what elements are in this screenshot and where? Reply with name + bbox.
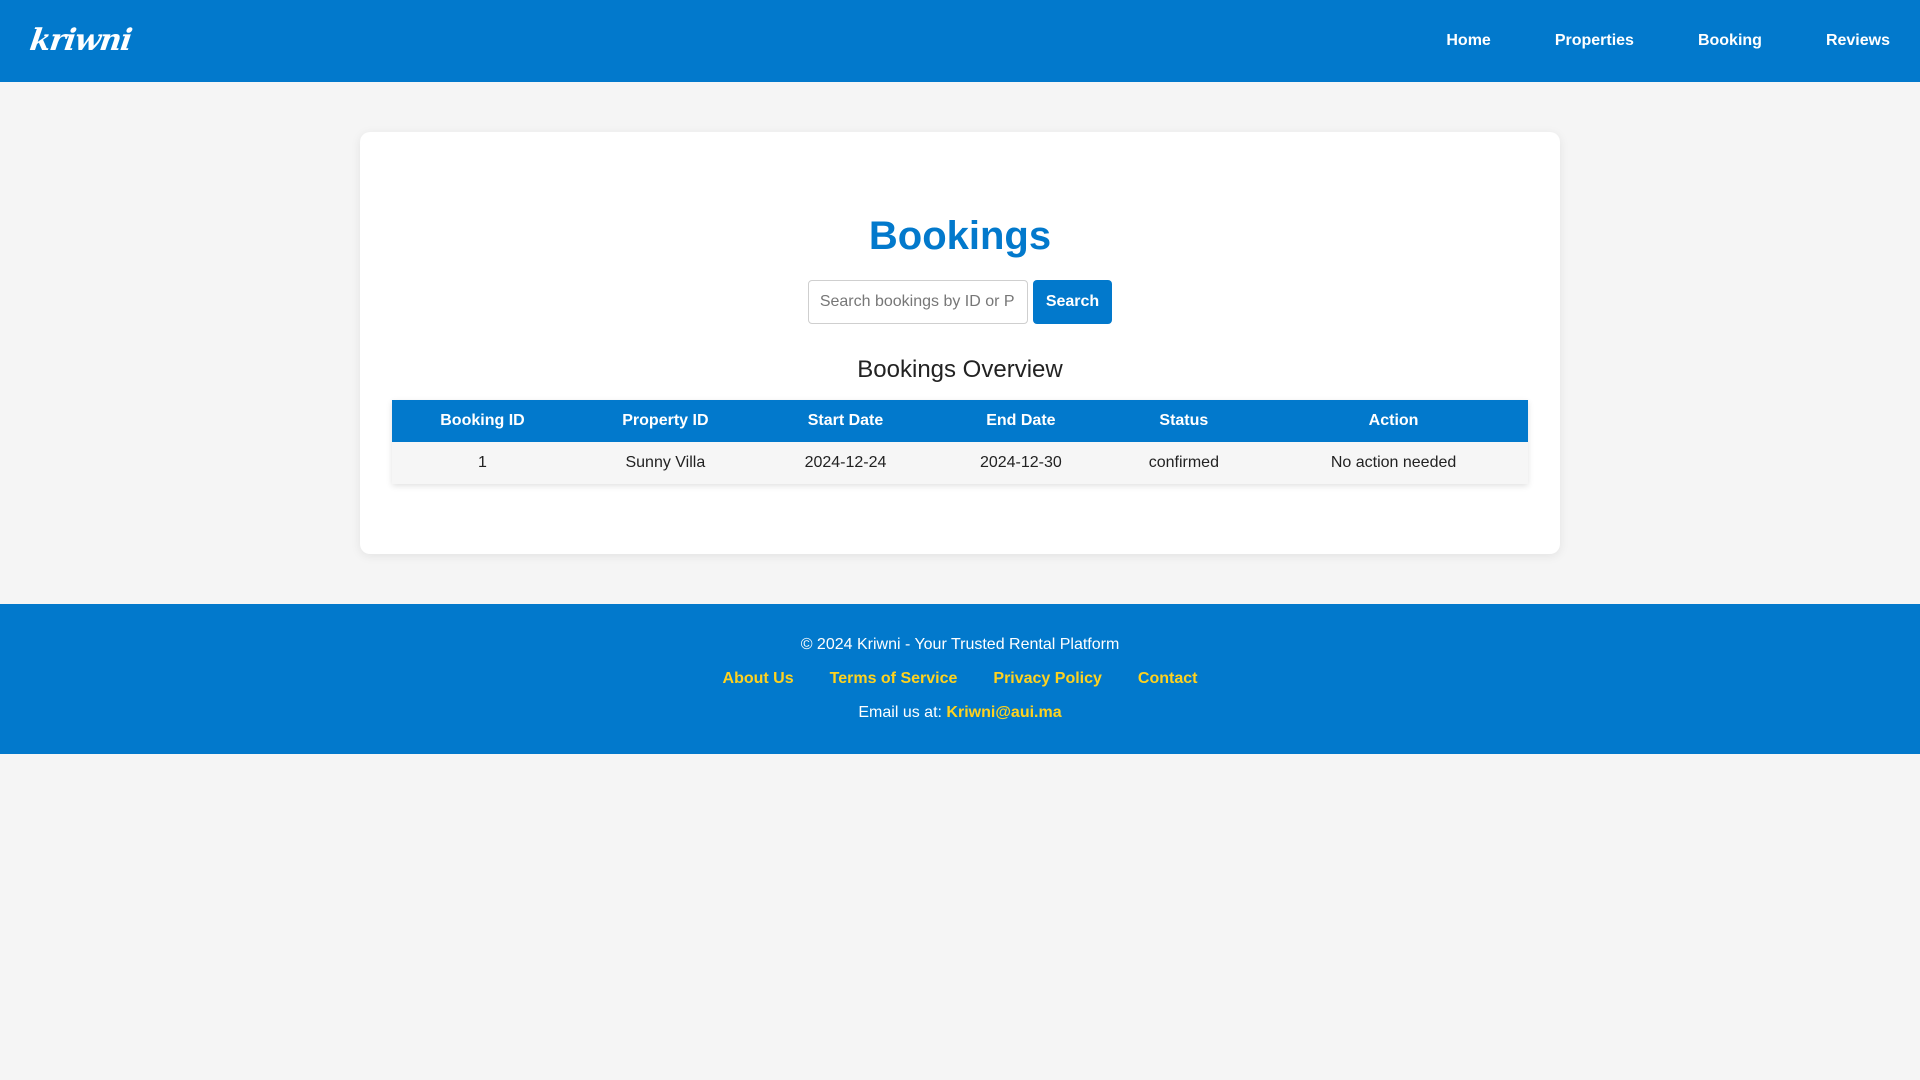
site-footer: © 2024 Kriwni - Your Trusted Rental Plat…	[0, 604, 1920, 754]
cell-start-date: 2024-12-24	[757, 442, 934, 484]
bookings-card: Bookings Search Bookings Overview Bookin…	[360, 132, 1560, 554]
footer-privacy-link[interactable]: Privacy Policy	[993, 662, 1102, 696]
nav-booking-link[interactable]: Booking	[1698, 32, 1762, 50]
footer-email-prefix: Email us at:	[858, 704, 942, 721]
bookings-table: Booking ID Property ID Start Date End Da…	[392, 400, 1528, 484]
search-input[interactable]	[807, 280, 1028, 324]
cell-action: No action needed	[1259, 442, 1528, 484]
column-header-property-id: Property ID	[622, 412, 709, 429]
footer-email-link[interactable]: Kriwni@aui.ma	[946, 704, 1061, 721]
column-header-start-date: Start Date	[807, 412, 884, 429]
search-button[interactable]: Search	[1032, 280, 1113, 324]
nav-home-link[interactable]: Home	[1446, 32, 1490, 50]
nav-reviews-link[interactable]: Reviews	[1826, 32, 1890, 50]
cell-status: confirmed	[1108, 442, 1260, 484]
footer-contact-link[interactable]: Contact	[1138, 662, 1198, 696]
footer-terms-link[interactable]: Terms of Service	[830, 662, 958, 696]
column-header-end-date: End Date	[986, 412, 1056, 429]
column-header-booking-id: Booking ID	[440, 412, 525, 429]
column-header-action: Action	[1368, 412, 1419, 429]
nav-properties-link[interactable]: Properties	[1555, 32, 1634, 50]
table-header-row: Booking ID Property ID Start Date End Da…	[392, 400, 1528, 442]
search-bar: Search	[807, 280, 1113, 324]
top-navbar: kriwni Home Properties Booking Reviews	[0, 0, 1920, 82]
main-nav: Home Properties Booking Reviews	[1446, 32, 1890, 50]
footer-email-line: Email us at: Kriwni@aui.ma	[858, 696, 1061, 730]
section-title: Bookings Overview	[857, 356, 1063, 383]
footer-links: About Us Terms of Service Privacy Policy…	[723, 662, 1198, 696]
cell-booking-id: 1	[392, 442, 573, 484]
cell-end-date: 2024-12-30	[933, 442, 1109, 484]
main-content: Bookings Search Bookings Overview Bookin…	[0, 82, 1920, 554]
column-header-status: Status	[1159, 412, 1209, 429]
table-row: 1 Sunny Villa 2024-12-24 2024-12-30 conf…	[392, 442, 1528, 484]
footer-copyright: © 2024 Kriwni - Your Trusted Rental Plat…	[800, 636, 1120, 653]
footer-about-link[interactable]: About Us	[723, 662, 794, 696]
site-logo[interactable]: kriwni	[28, 23, 134, 58]
page-title: Bookings	[868, 214, 1052, 258]
bookings-table-wrapper: Booking ID Property ID Start Date End Da…	[392, 400, 1528, 484]
cell-property-id: Sunny Villa	[572, 442, 758, 484]
